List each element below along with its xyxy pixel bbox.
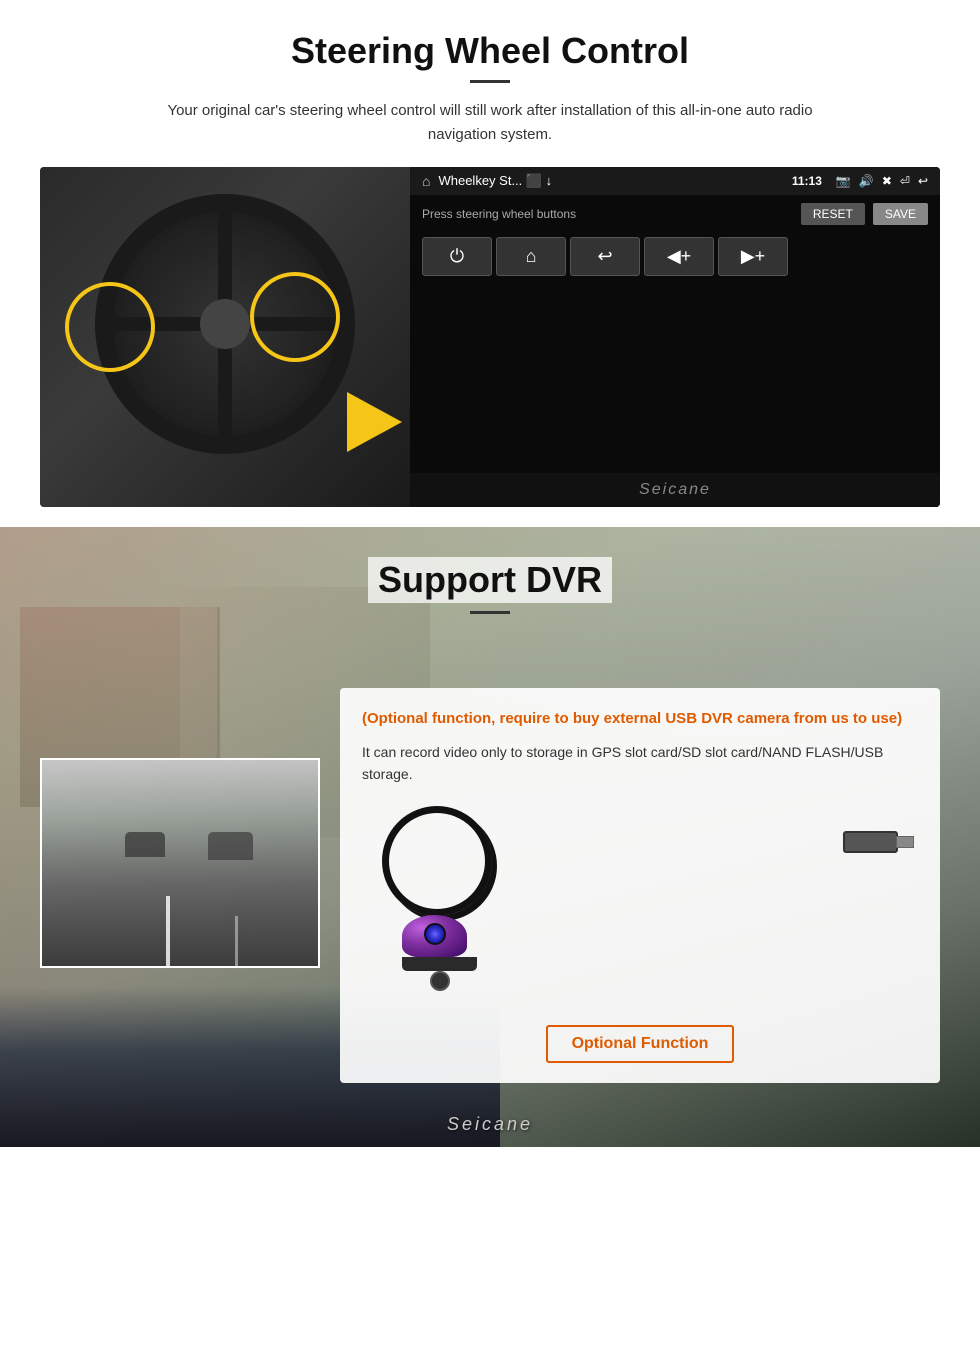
screen-statusbar: ⌂ Wheelkey St... ⬛ ↓ 11:13 📷 🔊 ✖ ⏎ ↩ [410, 167, 940, 195]
dvr-description: It can record video only to storage in G… [362, 741, 918, 786]
camera-lens [424, 923, 446, 945]
dvr-title-block: Support DVR [40, 557, 940, 614]
press-label: Press steering wheel buttons [422, 207, 793, 221]
steering-section: Steering Wheel Control Your original car… [0, 0, 980, 527]
screen-controls: Press steering wheel buttons RESET SAVE [410, 195, 940, 233]
vol-up-button[interactable]: ▶+ [718, 237, 788, 276]
usb-end [843, 831, 898, 853]
arrow-icon [347, 392, 402, 452]
optional-function-container: Optional Function [362, 1017, 918, 1063]
steering-title: Steering Wheel Control [40, 30, 940, 72]
camera-mount [430, 971, 450, 991]
dome-camera [402, 915, 477, 991]
back-button[interactable]: ↩ [570, 237, 640, 276]
camera-base [402, 957, 477, 971]
title-divider-steering [470, 80, 510, 83]
dvr-section: Support DVR [0, 527, 980, 1147]
screen-button-grid: ⏻ ⌂ ↩ ◀+ ▶+ [410, 233, 940, 280]
dvr-info-card: (Optional function, require to buy exter… [340, 688, 940, 1083]
dvr-content: Support DVR [0, 527, 980, 1123]
dvr-camera-feed [42, 760, 318, 966]
reset-button[interactable]: RESET [801, 203, 865, 225]
steering-photo [40, 167, 410, 507]
road-center-line [166, 896, 170, 966]
steering-image-container: ⌂ Wheelkey St... ⬛ ↓ 11:13 📷 🔊 ✖ ⏎ ↩ Pre… [40, 167, 940, 507]
usb-connector-body [843, 831, 898, 853]
sw-center [200, 299, 250, 349]
dvr-main-row: (Optional function, require to buy exter… [40, 638, 940, 1083]
dvr-title-divider [470, 611, 510, 614]
save-button[interactable]: SAVE [873, 203, 928, 225]
dvr-optional-text: (Optional function, require to buy exter… [362, 708, 918, 731]
road-line-right [235, 916, 238, 966]
highlight-circle-left [65, 282, 155, 372]
camera-bg [42, 760, 318, 966]
steering-subtitle: Your original car's steering wheel contr… [140, 99, 840, 147]
dvr-camera-illustration [362, 801, 918, 1001]
usb-prong [896, 836, 914, 848]
highlight-circle-right [250, 272, 340, 362]
cable-coil [382, 806, 492, 916]
screen-app-title: Wheelkey St... ⬛ ↓ [438, 173, 783, 189]
screen-watermark: Seicane [410, 473, 940, 507]
home-icon: ⌂ [422, 173, 430, 189]
camera-dome-body [402, 915, 467, 957]
screen-time: 11:13 [792, 174, 822, 188]
car-silhouette-2 [208, 832, 253, 860]
dvr-watermark: Seicane [0, 1114, 980, 1135]
vol-down-button[interactable]: ◀+ [644, 237, 714, 276]
steering-screen: ⌂ Wheelkey St... ⬛ ↓ 11:13 📷 🔊 ✖ ⏎ ↩ Pre… [410, 167, 940, 507]
car-silhouette [125, 832, 165, 857]
optional-function-button[interactable]: Optional Function [546, 1025, 735, 1063]
dvr-title: Support DVR [368, 557, 612, 603]
home-button[interactable]: ⌂ [496, 237, 566, 276]
cable-coil-ring [382, 806, 492, 916]
dvr-camera-thumbnail [40, 758, 320, 968]
power-button[interactable]: ⏻ [422, 237, 492, 276]
